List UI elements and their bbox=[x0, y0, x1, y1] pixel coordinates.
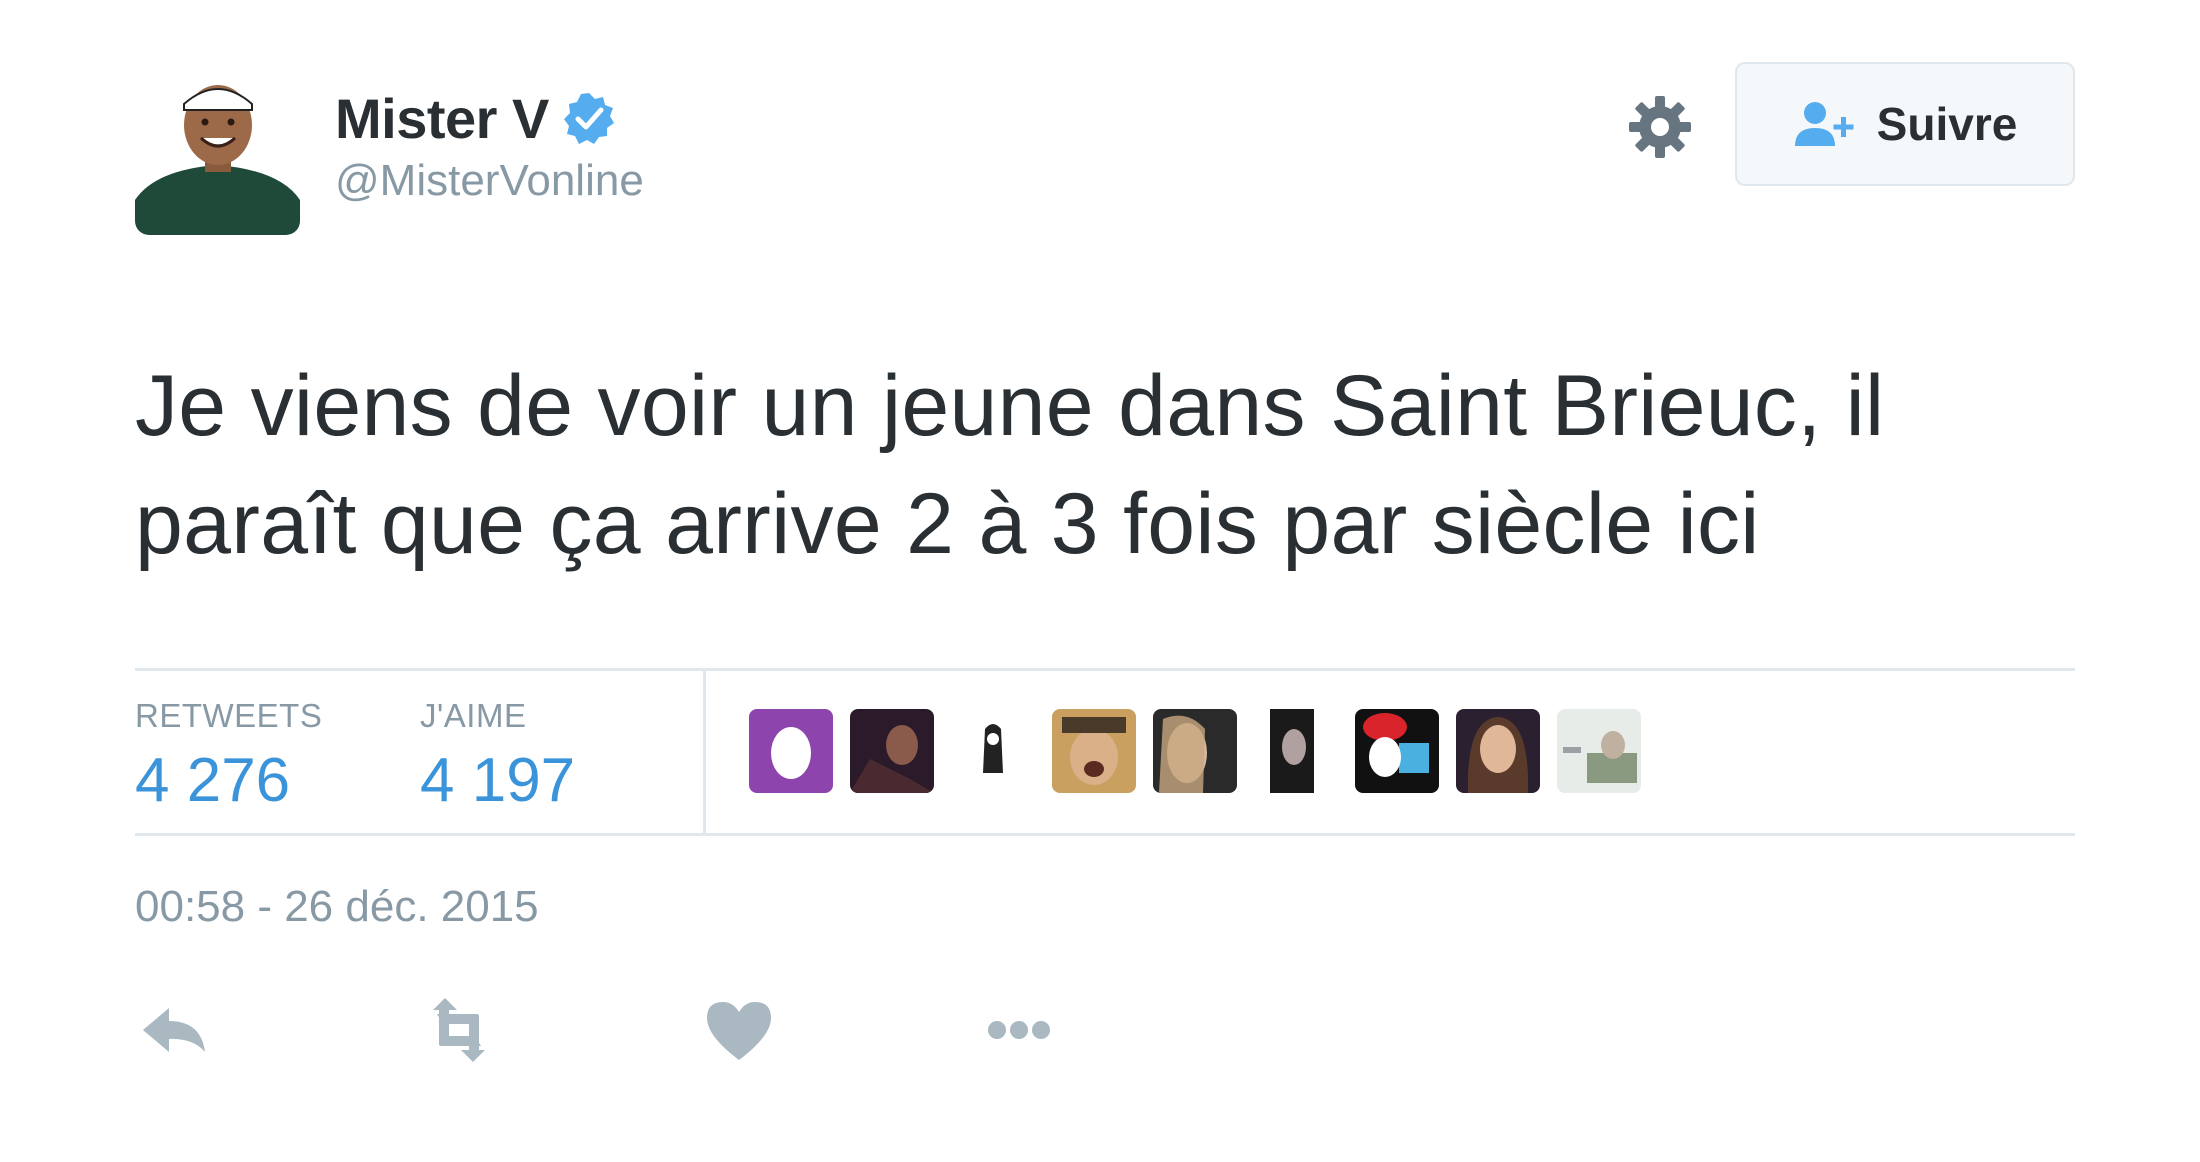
likes-label: J'AIME bbox=[420, 697, 527, 734]
like-icon[interactable] bbox=[699, 990, 779, 1070]
liker-avatar[interactable] bbox=[1355, 709, 1439, 793]
liker-avatar[interactable] bbox=[1153, 709, 1237, 793]
tweet-card: Mister V @MisterVonline Suivre Je viens … bbox=[135, 60, 2085, 1062]
liker-avatar[interactable] bbox=[749, 709, 833, 793]
liker-avatar[interactable] bbox=[1456, 709, 1540, 793]
author-handle[interactable]: @MisterVonline bbox=[335, 156, 644, 206]
tweet-stats: RETWEETS 4 276 J'AIME 4 197 bbox=[135, 668, 2075, 836]
author-block: Mister V @MisterVonline bbox=[335, 84, 644, 206]
more-icon[interactable] bbox=[979, 990, 1059, 1070]
tweet-timestamp[interactable]: 00:58 - 26 déc. 2015 bbox=[135, 882, 539, 932]
retweets-stat[interactable]: RETWEETS 4 276 bbox=[135, 697, 322, 816]
likes-stat[interactable]: J'AIME 4 197 bbox=[420, 697, 575, 816]
author-name-row: Mister V bbox=[335, 84, 644, 152]
retweets-label: RETWEETS bbox=[135, 697, 323, 734]
likers-avatars bbox=[749, 709, 1658, 793]
liker-avatar[interactable] bbox=[850, 709, 934, 793]
add-user-icon bbox=[1793, 100, 1859, 148]
avatar[interactable] bbox=[135, 70, 300, 235]
verified-badge-icon bbox=[561, 90, 617, 146]
reply-icon[interactable] bbox=[135, 990, 215, 1070]
stats-divider bbox=[703, 671, 706, 833]
follow-button-label: Suivre bbox=[1876, 98, 2018, 150]
tweet-header: Mister V @MisterVonline Suivre bbox=[135, 60, 2085, 235]
liker-avatar[interactable] bbox=[1254, 709, 1338, 793]
tweet-text: Je viens de voir un jeune dans Saint Bri… bbox=[135, 358, 1885, 572]
likes-count: 4 197 bbox=[420, 746, 576, 815]
follow-button[interactable]: Suivre bbox=[1735, 62, 2075, 186]
liker-avatar[interactable] bbox=[951, 709, 1035, 793]
retweets-count: 4 276 bbox=[135, 746, 291, 815]
liker-avatar[interactable] bbox=[1557, 709, 1641, 793]
retweet-icon[interactable] bbox=[419, 990, 499, 1070]
author-name[interactable]: Mister V bbox=[335, 86, 549, 151]
gear-icon[interactable] bbox=[1625, 92, 1695, 162]
liker-avatar[interactable] bbox=[1052, 709, 1136, 793]
